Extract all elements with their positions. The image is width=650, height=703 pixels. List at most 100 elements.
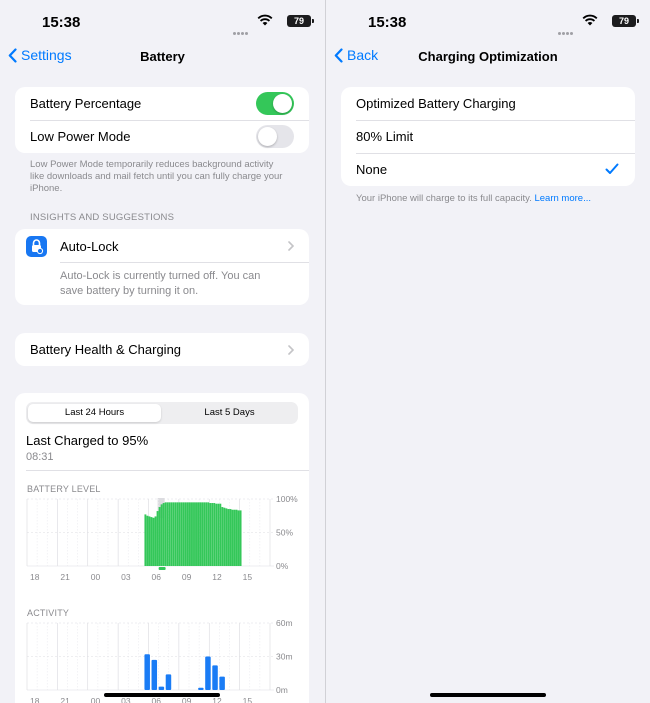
chart-bar — [151, 659, 158, 690]
chart-bar — [229, 509, 232, 566]
time-range-segmented-control: Last 24 Hours Last 5 Days — [26, 402, 298, 424]
chart-bar — [212, 665, 218, 690]
x-tick-label: 00 — [91, 696, 101, 703]
nav-bar: Settings Battery — [0, 44, 325, 70]
wifi-icon — [257, 14, 273, 26]
battery-settings-screen: 15:38 79 Settings Battery Battery Percen… — [0, 0, 325, 703]
x-tick-label: 12 — [212, 572, 222, 582]
charging-indicator — [158, 567, 166, 570]
chart-bar — [180, 502, 183, 566]
chart-bar — [237, 510, 240, 566]
option-label: Optimized Battery Charging — [356, 96, 516, 111]
chart-bar — [219, 676, 225, 690]
chart-bar — [186, 502, 189, 566]
battery-cap — [312, 19, 314, 23]
page-title: Charging Optimization — [418, 49, 558, 64]
chart-bar — [162, 503, 165, 566]
battery-health-label: Battery Health & Charging — [30, 342, 182, 357]
usage-card: Last 24 Hours Last 5 Days Last Charged t… — [15, 393, 309, 703]
battery-level-badge: 79 — [612, 15, 636, 27]
chart-bar — [239, 510, 242, 566]
battery-percentage-toggle[interactable] — [256, 92, 294, 115]
chart-bar — [223, 507, 226, 566]
home-indicator — [430, 693, 546, 697]
chart-bar — [144, 654, 150, 690]
activity-chart: 60m 30m 0m 18 21 00 03 06 09 12 15 — [26, 618, 293, 703]
battery-health-row[interactable]: Battery Health & Charging — [15, 333, 309, 366]
chart-bar — [199, 502, 202, 566]
chevron-right-icon — [288, 241, 294, 251]
chart-bar — [221, 507, 224, 566]
chart-bar — [205, 656, 211, 690]
chart-bar — [191, 502, 193, 566]
x-tick-label: 12 — [212, 696, 222, 703]
status-bar: 15:38 79 — [0, 10, 325, 35]
option-label: None — [356, 162, 388, 177]
chart-bar — [235, 509, 238, 566]
autolock-label: Auto-Lock — [60, 239, 119, 254]
last-charged-time: 08:31 — [26, 451, 54, 463]
chart-bar — [150, 517, 153, 566]
wifi-icon — [582, 14, 598, 26]
chart-bar — [197, 502, 199, 566]
chart-bar — [227, 509, 230, 566]
home-indicator — [104, 693, 220, 697]
option-optimized-battery-charging[interactable]: Optimized Battery Charging — [341, 87, 635, 120]
toggles-card: Battery Percentage Low Power Mode — [15, 87, 309, 153]
y-tick-label: 100% — [276, 494, 298, 504]
chart-bar — [211, 503, 214, 566]
chart-bar — [219, 503, 222, 566]
chart-bar — [182, 502, 185, 566]
x-tick-label: 18 — [30, 572, 40, 582]
low-power-mode-toggle[interactable] — [256, 125, 294, 148]
page-title: Battery — [140, 49, 185, 64]
segment-last-5-days[interactable]: Last 5 Days — [163, 404, 296, 422]
chart-bar — [207, 502, 210, 566]
chart-bar — [158, 507, 161, 566]
chart-bar — [164, 502, 167, 566]
chart-bar — [156, 511, 159, 566]
autolock-card[interactable]: Auto-Lock Auto-Lock is currently turned … — [15, 229, 309, 305]
chart-bar — [233, 509, 236, 566]
x-tick-label: 00 — [91, 572, 101, 582]
chart-bar — [178, 502, 181, 566]
chart-bar — [165, 674, 172, 690]
chart-bar — [160, 504, 163, 566]
x-tick-label: 18 — [30, 696, 40, 703]
charging-optimization-screen: 15:38 79 Back Charging Optimization Opti… — [326, 0, 650, 703]
chart-bar — [184, 502, 187, 566]
chart-bar — [174, 502, 177, 566]
chart-bar — [148, 516, 151, 566]
insights-header: INSIGHTS AND SUGGESTIONS — [30, 212, 175, 223]
learn-more-link[interactable]: Learn more... — [534, 193, 591, 204]
chart-bar — [203, 502, 206, 566]
x-tick-label: 09 — [182, 696, 192, 703]
battery-level-badge: 79 — [287, 15, 311, 27]
option-none[interactable]: None — [341, 153, 635, 186]
battery-cap — [637, 19, 639, 23]
battery-level-chart: 100% 50% 0% 18 21 00 03 06 09 12 15 — [26, 494, 298, 582]
chart-bar — [152, 517, 155, 566]
segment-last-24-hours[interactable]: Last 24 Hours — [28, 404, 161, 422]
battery-percentage-label: Battery Percentage — [30, 96, 142, 111]
y-tick-label: 30m — [276, 652, 293, 662]
option-80-percent-limit[interactable]: 80% Limit — [341, 120, 635, 153]
x-tick-label: 21 — [60, 572, 70, 582]
x-tick-label: 03 — [121, 696, 131, 703]
charging-options-card: Optimized Battery Charging 80% Limit Non… — [341, 87, 635, 186]
chart-bar — [172, 502, 175, 566]
status-bar: 15:38 79 — [326, 10, 650, 35]
chart-bar — [201, 502, 204, 566]
status-time: 15:38 — [368, 14, 407, 31]
chart-bar — [144, 514, 147, 566]
autolock-note: Auto-Lock is currently turned off. You c… — [60, 270, 261, 297]
cellular-signal-icon — [233, 22, 251, 35]
checkmark-icon — [605, 163, 619, 174]
x-tick-label: 15 — [243, 572, 253, 582]
y-tick-label: 50% — [276, 528, 293, 538]
chart-bar — [146, 515, 149, 566]
low-power-mode-label: Low Power Mode — [30, 129, 131, 144]
usage-separator — [26, 470, 309, 471]
y-tick-label: 60m — [276, 618, 293, 628]
chart-bar — [193, 502, 195, 566]
